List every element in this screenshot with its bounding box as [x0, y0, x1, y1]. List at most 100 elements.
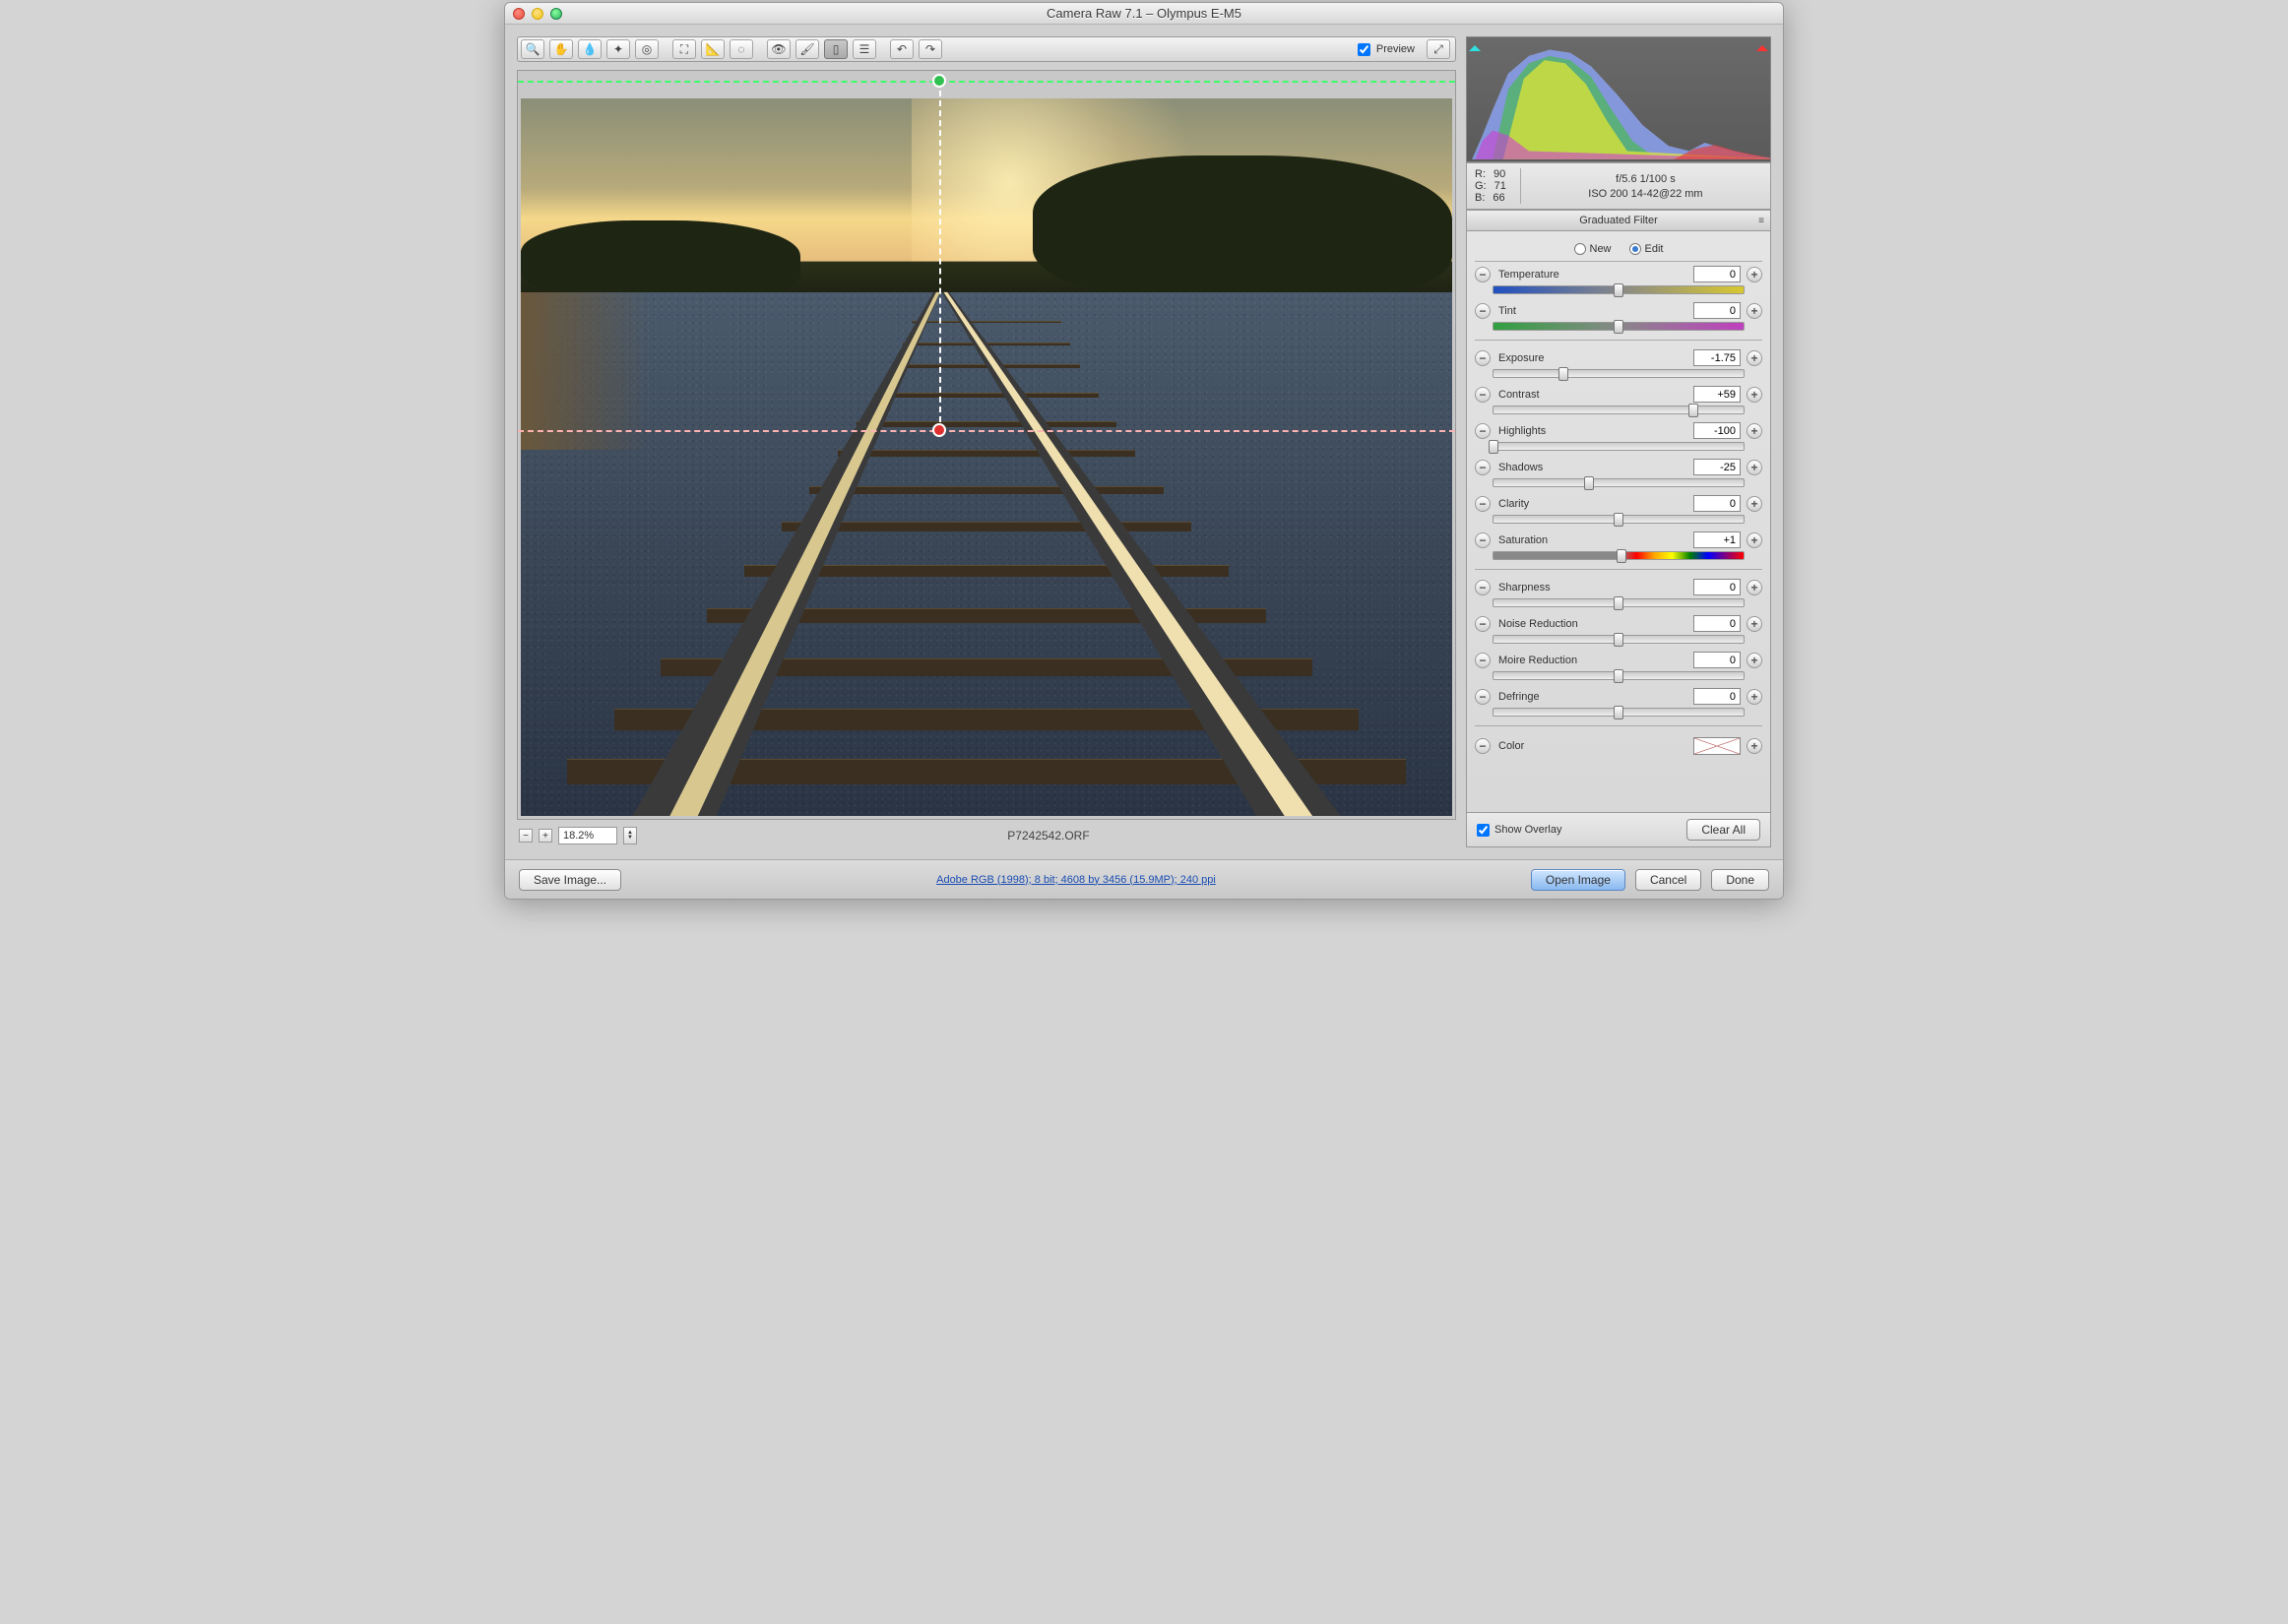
- minus-button[interactable]: −: [1475, 653, 1491, 668]
- slider-thumb[interactable]: [1614, 669, 1623, 683]
- preview-checkbox[interactable]: [1358, 43, 1370, 56]
- clear-all-button[interactable]: Clear All: [1686, 819, 1760, 841]
- plus-button[interactable]: +: [1747, 460, 1762, 475]
- slider-thumb[interactable]: [1614, 706, 1623, 719]
- panel-menu-icon[interactable]: ≡: [1758, 216, 1764, 226]
- slider-track[interactable]: [1493, 598, 1745, 607]
- plus-button[interactable]: +: [1747, 616, 1762, 632]
- slider-value-input[interactable]: [1693, 579, 1741, 595]
- slider-track[interactable]: [1493, 285, 1745, 294]
- crop-tool-icon[interactable]: ⛶: [672, 39, 696, 59]
- graduated-filter-tool-icon[interactable]: ▯: [824, 39, 848, 59]
- preferences-tool-icon[interactable]: ☰: [853, 39, 876, 59]
- zoom-in-button[interactable]: +: [539, 829, 552, 843]
- slider-value-input[interactable]: [1693, 266, 1741, 282]
- gf-start-handle[interactable]: [932, 74, 946, 88]
- slider-thumb[interactable]: [1614, 320, 1623, 334]
- slider-thumb[interactable]: [1614, 513, 1623, 527]
- straighten-tool-icon[interactable]: 📐: [701, 39, 725, 59]
- plus-button[interactable]: +: [1747, 580, 1762, 595]
- done-button[interactable]: Done: [1711, 869, 1769, 891]
- slider-track[interactable]: [1493, 369, 1745, 378]
- fullscreen-toggle-icon[interactable]: ⤢: [1427, 39, 1450, 59]
- cancel-button[interactable]: Cancel: [1635, 869, 1701, 891]
- targeted-adjust-tool-icon[interactable]: ◎: [635, 39, 659, 59]
- plus-button[interactable]: +: [1747, 350, 1762, 366]
- plus-button[interactable]: +: [1747, 653, 1762, 668]
- slider-thumb[interactable]: [1614, 283, 1623, 297]
- slider-thumb[interactable]: [1688, 404, 1698, 417]
- histogram[interactable]: [1466, 36, 1771, 162]
- slider-value-input[interactable]: [1693, 422, 1741, 439]
- minus-button[interactable]: −: [1475, 532, 1491, 548]
- slider-track[interactable]: [1493, 406, 1745, 414]
- slider-track[interactable]: [1493, 442, 1745, 451]
- mode-new[interactable]: New: [1574, 243, 1612, 255]
- zoom-window-icon[interactable]: [550, 8, 562, 20]
- adjustment-brush-tool-icon[interactable]: 🖌: [795, 39, 819, 59]
- zoom-stepper[interactable]: ▲▼: [623, 827, 637, 844]
- color-sampler-tool-icon[interactable]: ✦: [606, 39, 630, 59]
- zoom-out-button[interactable]: −: [519, 829, 533, 843]
- white-balance-tool-icon[interactable]: 💧: [578, 39, 602, 59]
- save-image-button[interactable]: Save Image...: [519, 869, 621, 891]
- spot-removal-tool-icon[interactable]: ◌: [730, 39, 753, 59]
- slider-thumb[interactable]: [1489, 440, 1498, 454]
- plus-button[interactable]: +: [1747, 387, 1762, 403]
- minimize-window-icon[interactable]: [532, 8, 543, 20]
- preview-area[interactable]: [517, 70, 1456, 820]
- slider-value-input[interactable]: [1693, 459, 1741, 475]
- slider-thumb[interactable]: [1614, 596, 1623, 610]
- minus-button[interactable]: −: [1475, 616, 1491, 632]
- slider-track[interactable]: [1493, 671, 1745, 680]
- plus-button[interactable]: +: [1747, 689, 1762, 705]
- plus-button[interactable]: +: [1747, 303, 1762, 319]
- hand-tool-icon[interactable]: ✋: [549, 39, 573, 59]
- minus-button[interactable]: −: [1475, 460, 1491, 475]
- plus-button[interactable]: +: [1747, 423, 1762, 439]
- minus-button[interactable]: −: [1475, 387, 1491, 403]
- show-overlay-checkbox[interactable]: [1477, 824, 1490, 837]
- minus-button[interactable]: −: [1475, 580, 1491, 595]
- slider-track[interactable]: [1493, 551, 1745, 560]
- plus-button[interactable]: +: [1747, 496, 1762, 512]
- slider-track[interactable]: [1493, 515, 1745, 524]
- gf-vertical-line[interactable]: [939, 81, 941, 432]
- red-eye-tool-icon[interactable]: 👁: [767, 39, 791, 59]
- open-image-button[interactable]: Open Image: [1531, 869, 1625, 891]
- slider-track[interactable]: [1493, 478, 1745, 487]
- slider-value-input[interactable]: [1693, 652, 1741, 668]
- zoom-tool-icon[interactable]: 🔍: [521, 39, 544, 59]
- plus-button[interactable]: +: [1747, 532, 1762, 548]
- slider-value-input[interactable]: [1693, 615, 1741, 632]
- slider-value-input[interactable]: [1693, 688, 1741, 705]
- minus-button[interactable]: −: [1475, 303, 1491, 319]
- slider-value-input[interactable]: [1693, 531, 1741, 548]
- minus-button[interactable]: −: [1475, 496, 1491, 512]
- slider-thumb[interactable]: [1614, 633, 1623, 647]
- minus-button[interactable]: −: [1475, 350, 1491, 366]
- minus-button[interactable]: −: [1475, 267, 1491, 282]
- slider-track[interactable]: [1493, 635, 1745, 644]
- slider-value-input[interactable]: [1693, 495, 1741, 512]
- rotate-cw-icon[interactable]: ↷: [919, 39, 942, 59]
- minus-button[interactable]: −: [1475, 689, 1491, 705]
- slider-value-input[interactable]: [1693, 302, 1741, 319]
- gf-top-line[interactable]: [518, 81, 1455, 83]
- slider-thumb[interactable]: [1617, 549, 1626, 563]
- rotate-ccw-icon[interactable]: ↶: [890, 39, 914, 59]
- minus-button[interactable]: −: [1475, 423, 1491, 439]
- mode-edit[interactable]: Edit: [1629, 243, 1664, 255]
- zoom-level-field[interactable]: 18.2%: [558, 827, 617, 844]
- slider-thumb[interactable]: [1558, 367, 1568, 381]
- slider-value-input[interactable]: [1693, 349, 1741, 366]
- workflow-link[interactable]: Adobe RGB (1998); 8 bit; 4608 by 3456 (1…: [936, 874, 1216, 886]
- slider-track[interactable]: [1493, 708, 1745, 717]
- slider-thumb[interactable]: [1584, 476, 1594, 490]
- slider-track[interactable]: [1493, 322, 1745, 331]
- color-minus-button[interactable]: −: [1475, 738, 1491, 754]
- plus-button[interactable]: +: [1747, 267, 1762, 282]
- color-swatch[interactable]: [1693, 737, 1741, 755]
- close-window-icon[interactable]: [513, 8, 525, 20]
- slider-value-input[interactable]: [1693, 386, 1741, 403]
